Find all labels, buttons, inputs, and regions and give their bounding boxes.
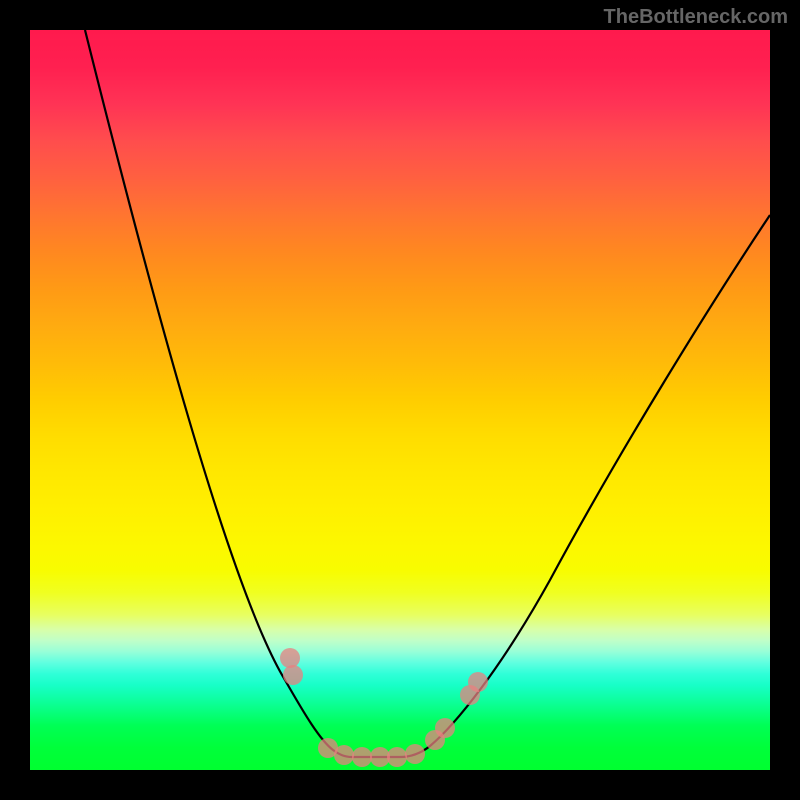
marker-group bbox=[280, 648, 488, 767]
curve-marker bbox=[283, 665, 303, 685]
curve-marker bbox=[352, 747, 372, 767]
curve-marker bbox=[334, 745, 354, 765]
watermark-text: TheBottleneck.com bbox=[604, 6, 788, 29]
curve-marker bbox=[387, 747, 407, 767]
curve-marker bbox=[468, 672, 488, 692]
plot-area bbox=[30, 30, 770, 770]
curve-marker bbox=[405, 744, 425, 764]
curve-marker bbox=[435, 718, 455, 738]
curve-marker bbox=[280, 648, 300, 668]
bottleneck-curve bbox=[85, 30, 770, 757]
chart-svg bbox=[30, 30, 770, 770]
